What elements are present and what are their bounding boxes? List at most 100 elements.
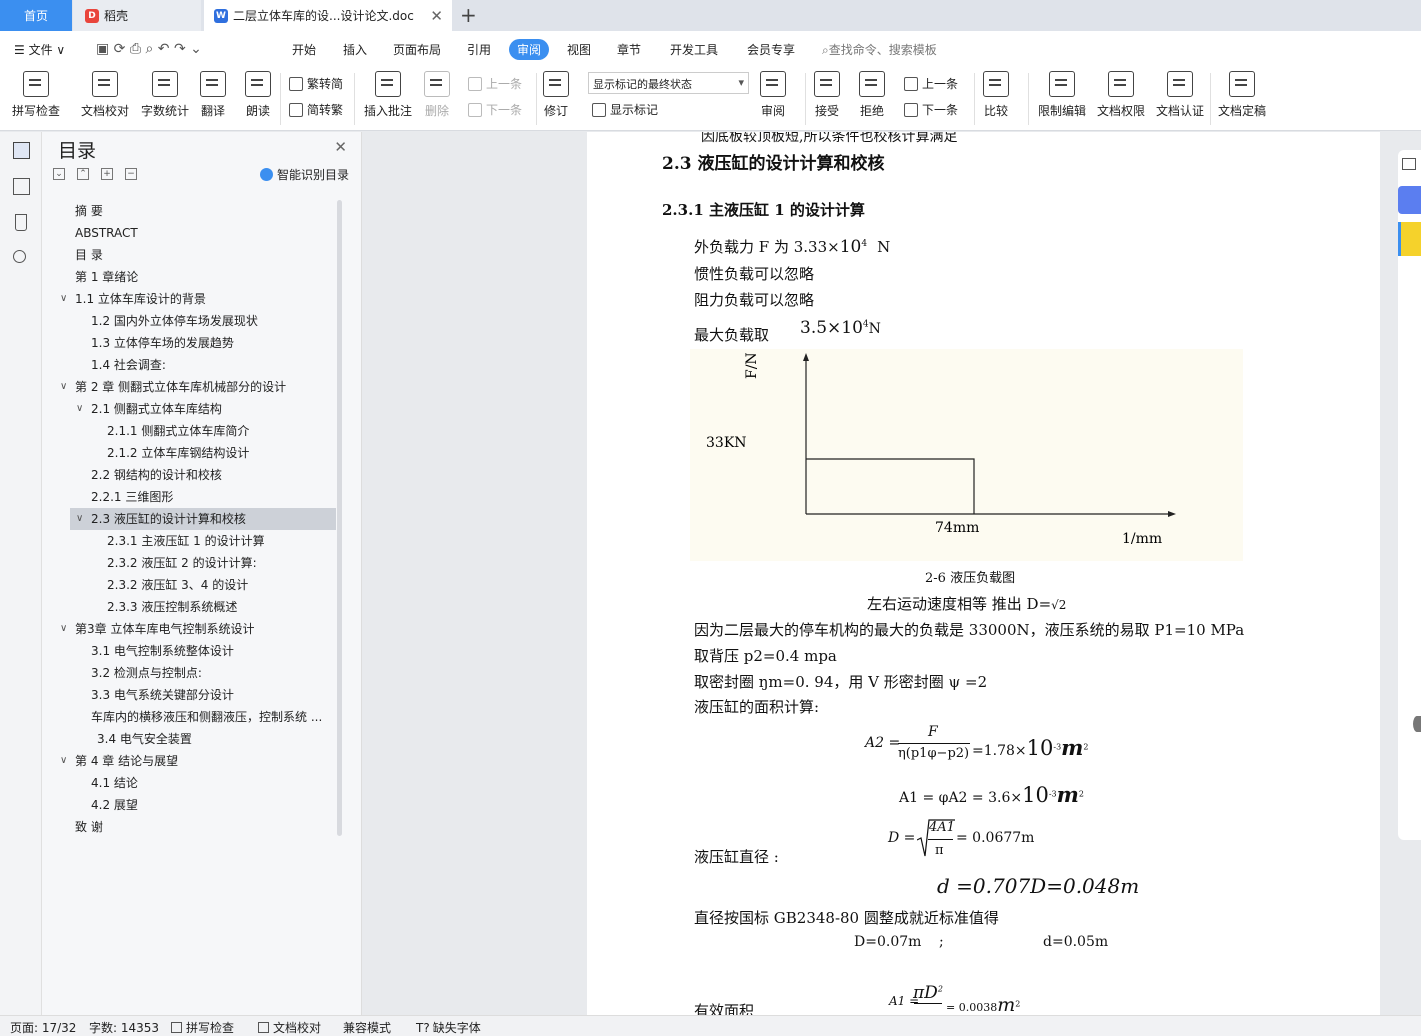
delete-comment-button[interactable]: 删除	[424, 71, 450, 119]
divider	[1210, 73, 1211, 125]
file-menu[interactable]: ☰ 文件 ∨	[14, 41, 65, 58]
menu-reference[interactable]: 引用	[467, 41, 491, 58]
f2-text: A1 = φA2 = 3.6×	[899, 790, 1023, 806]
chevron-down-icon[interactable]: ∨	[76, 403, 83, 414]
nav-strip	[0, 132, 42, 1015]
f5-num: πD	[913, 983, 938, 1003]
next-change-button[interactable]: 下一条	[904, 101, 958, 118]
trad-to-simp-button[interactable]: 繁转简	[289, 75, 343, 92]
cut-text-top: 因底板较顶板短,所以条件也校核计算满足	[701, 132, 958, 145]
next-comment-button[interactable]: 下一条	[468, 101, 522, 118]
compare-button[interactable]: 比较	[983, 71, 1009, 119]
show-markup-button[interactable]: 显示标记	[592, 101, 658, 118]
smart-toc-button[interactable]: 智能识别目录	[260, 166, 349, 183]
help-icon[interactable]	[1413, 716, 1421, 732]
translate-icon	[200, 71, 226, 97]
markup-state-select[interactable]: 显示标记的最终状态	[588, 72, 749, 94]
toc-item-label: 2.2.1 三维图形	[91, 490, 174, 504]
status-proof[interactable]: 文档校对	[258, 1019, 321, 1036]
accept-button[interactable]: 接受	[814, 71, 840, 119]
tab-home[interactable]: 首页	[0, 0, 72, 31]
nav-pane-icon[interactable]	[13, 178, 30, 195]
menu-layout[interactable]: 页面布局	[393, 41, 441, 58]
read-aloud-icon	[245, 71, 271, 97]
doc-proof-button[interactable]: 文档校对	[81, 71, 129, 119]
compat-mode[interactable]: 兼容模式	[343, 1019, 391, 1036]
close-icon[interactable]: ✕	[334, 138, 347, 156]
track-label: 修订	[543, 104, 568, 118]
page-indicator[interactable]: 页面: 17/32	[10, 1019, 76, 1036]
menu-devtools[interactable]: 开发工具	[670, 41, 718, 58]
restrict-edit-button[interactable]: 限制编辑	[1038, 71, 1086, 119]
translate-button[interactable]: 翻译	[200, 71, 226, 119]
menu-member[interactable]: 会员专享	[747, 41, 795, 58]
f1-m: m	[1061, 735, 1084, 760]
menu-view[interactable]: 视图	[567, 41, 591, 58]
prev-comment-button[interactable]: 上一条	[468, 75, 522, 92]
toc-item-label: 1.3 立体停车场的发展趋势	[91, 336, 234, 350]
toc-item-label: 1.2 国内外立体停车场发展现状	[91, 314, 258, 328]
divider	[354, 73, 355, 125]
track-changes-button[interactable]: 修订	[543, 71, 569, 119]
toc-item[interactable]: 2.3 液压缸的设计计算和校核	[70, 508, 336, 530]
menu-bar: ☰ 文件 ∨ ▣ ⟳ ⎙ ⌕ ↶ ↷ ⌄ 开始 插入 页面布局 引用 审阅 视图…	[0, 31, 1421, 67]
toc-panel: 目录 ✕ ⌄ ⌃ + − 智能识别目录 摘 要 ABSTRACT 目 录第 1 章绪…	[42, 132, 362, 1015]
chevron-down-icon[interactable]: ∨	[60, 755, 67, 766]
doc-permission-button[interactable]: 文档权限	[1097, 71, 1145, 119]
review-ribbon: 拼写检查 文档校对 字数统计 翻译 朗读 繁转简 简转繁 插入批注 删除 上一条…	[0, 67, 1421, 131]
toc-item-label: 摘 要	[75, 204, 103, 218]
edit-mode-icon[interactable]	[1398, 186, 1421, 214]
comment-icon	[375, 71, 401, 97]
word-count-button[interactable]: 字数统计	[141, 71, 189, 119]
word-doc-icon: W	[214, 8, 228, 23]
search-icon[interactable]	[13, 250, 26, 263]
checkbox-icon	[171, 1022, 182, 1033]
spell-check-label: 拼写检查	[12, 104, 61, 118]
menu-start[interactable]: 开始	[292, 41, 316, 58]
menu-review[interactable]: 审阅	[509, 39, 550, 60]
tab-document[interactable]: W 二层立体车库的设...设计论文.doc ✕	[204, 0, 452, 31]
formula-a2-numerator: F	[928, 724, 938, 740]
chevron-down-icon[interactable]: ∨	[60, 293, 67, 304]
doc-finalize-button[interactable]: 文档定稿	[1218, 71, 1266, 119]
command-search[interactable]: ⌕查找命令、搜索模板	[822, 41, 937, 58]
toc-panel-icon[interactable]	[13, 142, 30, 159]
tab-daoke[interactable]: D 稻壳	[73, 0, 201, 31]
read-aloud-button[interactable]: 朗读	[245, 71, 271, 119]
toc-item-label: 2.3.2 液压缸 2 的设计计算:	[107, 556, 257, 570]
reject-button[interactable]: 拒绝	[859, 71, 885, 119]
font-icon: T?	[416, 1020, 430, 1035]
menu-insert[interactable]: 插入	[343, 41, 367, 58]
status-spell-label: 拼写检查	[186, 1021, 235, 1035]
status-spell-check[interactable]: 拼写检查	[171, 1019, 234, 1036]
spell-check-button[interactable]: 拼写检查	[12, 71, 60, 119]
new-tab-icon[interactable]: +	[460, 3, 477, 27]
collapse-all-icon[interactable]: ⌄	[53, 168, 65, 180]
review-pane-button[interactable]: 审阅	[760, 71, 786, 119]
close-tab-icon[interactable]: ✕	[430, 7, 443, 25]
chevron-down-icon[interactable]: ∨	[60, 623, 67, 634]
insert-comment-button[interactable]: 插入批注	[364, 71, 412, 119]
chevron-down-icon[interactable]: ∨	[60, 381, 67, 392]
add-item-icon[interactable]: +	[101, 168, 113, 180]
unit-n: N	[877, 238, 891, 256]
chevron-down-icon[interactable]: ∨	[76, 513, 83, 524]
quick-access-icons[interactable]: ▣ ⟳ ⎙ ⌕ ↶ ↷ ⌄	[96, 41, 202, 57]
divider	[805, 73, 806, 125]
missing-font[interactable]: T? 缺失字体	[416, 1019, 481, 1036]
document-page: 因底板较顶板短,所以条件也校核计算满足 2.3 液压缸的设计计算和校核 2.3.…	[587, 132, 1380, 1015]
menu-chapter[interactable]: 章节	[617, 41, 641, 58]
remove-item-icon[interactable]: −	[125, 168, 137, 180]
word-count-indicator[interactable]: 字数: 14353	[89, 1019, 159, 1036]
scroll-top-icon[interactable]	[1402, 158, 1416, 170]
toc-scrollbar[interactable]	[337, 200, 342, 836]
bookmark-icon[interactable]	[15, 214, 27, 231]
max-load-base: 3.5×10	[800, 318, 863, 338]
f1-ten: 10	[1026, 736, 1054, 760]
simp-to-trad-button[interactable]: 简转繁	[289, 101, 343, 118]
prev-change-button[interactable]: 上一条	[904, 75, 958, 92]
next-change-label: 下一条	[922, 103, 959, 117]
doc-auth-button[interactable]: 文档认证	[1156, 71, 1204, 119]
assistant-icon[interactable]	[1398, 222, 1421, 256]
expand-up-icon[interactable]: ⌃	[77, 168, 89, 180]
